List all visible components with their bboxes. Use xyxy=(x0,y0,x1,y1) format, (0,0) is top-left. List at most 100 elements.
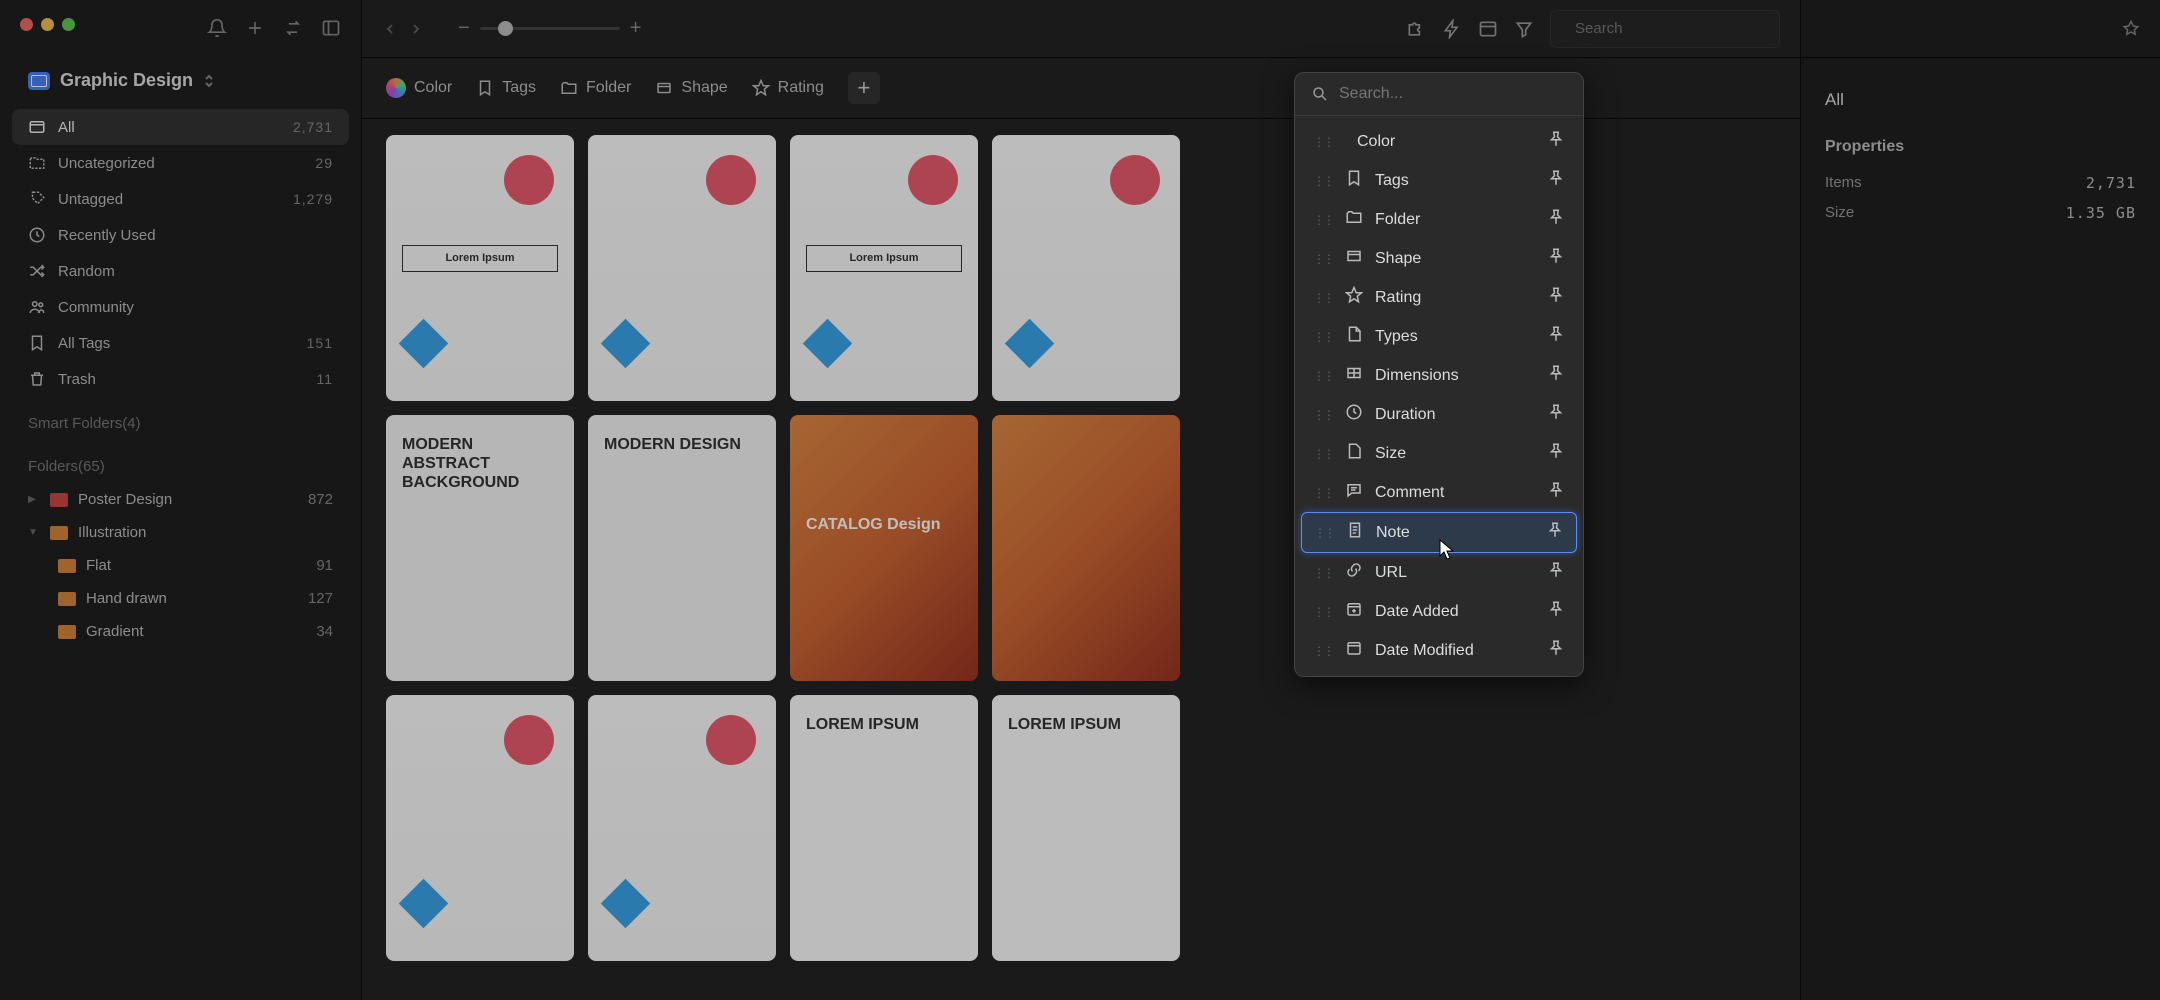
pin-icon[interactable] xyxy=(1547,247,1565,270)
grip-icon[interactable]: ⋮⋮ xyxy=(1313,605,1333,619)
thumbnail[interactable]: MODERN ABSTRACT BACKGROUND xyxy=(386,415,574,681)
pin-icon[interactable] xyxy=(1547,481,1565,504)
pin-icon[interactable] xyxy=(1547,600,1565,623)
zoom-out-icon[interactable]: − xyxy=(458,17,470,40)
pin-icon[interactable] xyxy=(1547,442,1565,465)
sidebar-item-all[interactable]: All 2,731 xyxy=(12,109,349,145)
thumbnail[interactable] xyxy=(992,135,1180,401)
layout-icon[interactable] xyxy=(1478,19,1498,39)
filter-rating[interactable]: Rating xyxy=(752,79,824,97)
plus-icon[interactable] xyxy=(245,18,265,38)
bolt-icon[interactable] xyxy=(1442,19,1462,39)
filter-shape[interactable]: Shape xyxy=(655,79,727,97)
transfer-icon[interactable] xyxy=(283,18,303,38)
thumbnail[interactable] xyxy=(588,135,776,401)
folder-poster-design[interactable]: ▶ Poster Design 872 xyxy=(0,483,361,516)
grip-icon[interactable]: ⋮⋮ xyxy=(1313,644,1333,658)
dropdown-search[interactable] xyxy=(1295,73,1583,116)
pin-icon[interactable] xyxy=(1547,169,1565,192)
dropdown-item-types[interactable]: ⋮⋮Types xyxy=(1301,317,1577,356)
pin-icon[interactable] xyxy=(1547,403,1565,426)
folders-heading[interactable]: Folders(65) xyxy=(0,440,361,483)
grip-icon[interactable]: ⋮⋮ xyxy=(1313,486,1333,500)
pin-icon[interactable] xyxy=(1547,561,1565,584)
close-window[interactable] xyxy=(20,18,33,31)
dropdown-item-color[interactable]: ⋮⋮Color xyxy=(1301,122,1577,161)
filter-icon[interactable] xyxy=(1514,19,1534,39)
dropdown-item-date_added[interactable]: ⋮⋮Date Added xyxy=(1301,592,1577,631)
dropdown-item-size[interactable]: ⋮⋮Size xyxy=(1301,434,1577,473)
pin-icon[interactable] xyxy=(1547,325,1565,348)
grip-icon[interactable]: ⋮⋮ xyxy=(1313,330,1333,344)
thumbnail[interactable]: Lorem Ipsum xyxy=(386,135,574,401)
pin-icon[interactable] xyxy=(1547,639,1565,662)
thumbnail[interactable]: MODERN DESIGN xyxy=(588,415,776,681)
dropdown-item-rating[interactable]: ⋮⋮Rating xyxy=(1301,278,1577,317)
dropdown-item-tags[interactable]: ⋮⋮Tags xyxy=(1301,161,1577,200)
dropdown-item-note[interactable]: ⋮⋮Note xyxy=(1301,512,1577,553)
dropdown-item-dimensions[interactable]: ⋮⋮Dimensions xyxy=(1301,356,1577,395)
folder-hand-drawn[interactable]: Hand drawn 127 xyxy=(0,582,361,615)
global-search[interactable] xyxy=(1550,10,1780,48)
grip-icon[interactable]: ⋮⋮ xyxy=(1313,291,1333,305)
zoom-in-icon[interactable]: + xyxy=(630,17,642,40)
sidebar-item-uncategorized[interactable]: Uncategorized 29 xyxy=(12,145,349,181)
thumbnail[interactable] xyxy=(386,695,574,961)
slider-track[interactable] xyxy=(480,27,620,30)
sidebar-item-recently-used[interactable]: Recently Used xyxy=(12,217,349,253)
zoom-window[interactable] xyxy=(62,18,75,31)
dropdown-item-shape[interactable]: ⋮⋮Shape xyxy=(1301,239,1577,278)
back-icon[interactable] xyxy=(382,21,398,37)
dropdown-item-url[interactable]: ⋮⋮URL xyxy=(1301,553,1577,592)
puzzle-icon[interactable] xyxy=(1406,19,1426,39)
sidebar-item-trash[interactable]: Trash 11 xyxy=(12,361,349,397)
library-switcher[interactable]: Graphic Design xyxy=(0,60,361,109)
sidebar-item-all-tags[interactable]: All Tags 151 xyxy=(12,325,349,361)
grip-icon[interactable]: ⋮⋮ xyxy=(1313,369,1333,383)
pin-icon[interactable] xyxy=(1547,286,1565,309)
chevron-down-icon[interactable]: ▼ xyxy=(28,527,40,538)
pin-icon[interactable] xyxy=(1547,130,1565,153)
grip-icon[interactable]: ⋮⋮ xyxy=(1313,447,1333,461)
pin-icon[interactable] xyxy=(1546,521,1564,544)
thumbnail[interactable]: LOREM IPSUM xyxy=(790,695,978,961)
sidebar-toggle-icon[interactable] xyxy=(321,18,341,38)
pin-icon[interactable] xyxy=(1547,208,1565,231)
pin-icon[interactable] xyxy=(2122,20,2140,38)
minimize-window[interactable] xyxy=(41,18,54,31)
filter-tags[interactable]: Tags xyxy=(476,79,536,97)
grip-icon[interactable]: ⋮⋮ xyxy=(1313,213,1333,227)
grip-icon[interactable]: ⋮⋮ xyxy=(1313,135,1333,149)
sidebar-item-random[interactable]: Random xyxy=(12,253,349,289)
pin-icon[interactable] xyxy=(1547,364,1565,387)
sidebar-item-untagged[interactable]: Untagged 1,279 xyxy=(12,181,349,217)
dropdown-item-folder[interactable]: ⋮⋮Folder xyxy=(1301,200,1577,239)
filter-folder[interactable]: Folder xyxy=(560,79,631,97)
thumbnail[interactable]: CATALOG Design xyxy=(790,415,978,681)
folder-illustration[interactable]: ▼ Illustration xyxy=(0,516,361,549)
folder-gradient[interactable]: Gradient 34 xyxy=(0,615,361,648)
dropdown-item-duration[interactable]: ⋮⋮Duration xyxy=(1301,395,1577,434)
grip-icon[interactable]: ⋮⋮ xyxy=(1313,566,1333,580)
grip-icon[interactable]: ⋮⋮ xyxy=(1313,408,1333,422)
grip-icon[interactable]: ⋮⋮ xyxy=(1313,174,1333,188)
dropdown-item-date_modified[interactable]: ⋮⋮Date Modified xyxy=(1301,631,1577,670)
smart-folders-heading[interactable]: Smart Folders(4) xyxy=(0,397,361,440)
forward-icon[interactable] xyxy=(408,21,424,37)
thumbnail[interactable] xyxy=(588,695,776,961)
grip-icon[interactable]: ⋮⋮ xyxy=(1314,526,1334,540)
bell-icon[interactable] xyxy=(207,18,227,38)
add-filter-button[interactable]: + xyxy=(848,72,880,104)
thumbnail[interactable]: LOREM IPSUM xyxy=(992,695,1180,961)
filter-color[interactable]: Color xyxy=(386,78,452,98)
search-input[interactable] xyxy=(1575,20,1774,37)
grip-icon[interactable]: ⋮⋮ xyxy=(1313,252,1333,266)
thumbnail[interactable]: Lorem Ipsum xyxy=(790,135,978,401)
zoom-slider[interactable]: − + xyxy=(458,17,641,40)
chevron-right-icon[interactable]: ▶ xyxy=(28,494,40,505)
sidebar-item-community[interactable]: Community xyxy=(12,289,349,325)
thumbnail[interactable] xyxy=(992,415,1180,681)
slider-thumb[interactable] xyxy=(498,21,513,36)
dropdown-item-comment[interactable]: ⋮⋮Comment xyxy=(1301,473,1577,512)
dropdown-search-input[interactable] xyxy=(1339,85,1567,103)
